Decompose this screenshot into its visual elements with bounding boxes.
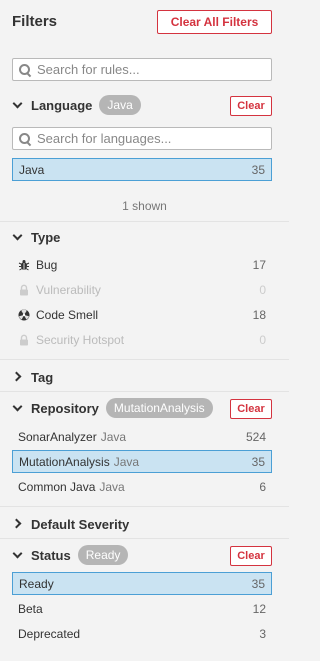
type-item-count: 0 bbox=[259, 332, 266, 347]
status-item-count: 3 bbox=[259, 626, 266, 641]
repository-item-sonaranalyzer[interactable]: SonarAnalyzer Java 524 bbox=[12, 425, 272, 448]
language-search-input[interactable]: Search for languages... bbox=[12, 127, 272, 150]
repository-item-count: 35 bbox=[251, 454, 265, 469]
rules-search-placeholder: Search for rules... bbox=[37, 62, 140, 77]
type-item-count: 18 bbox=[252, 307, 266, 322]
filters-title: Filters bbox=[12, 13, 58, 30]
status-item-count: 35 bbox=[251, 576, 265, 591]
status-item-label: Deprecated bbox=[18, 626, 81, 641]
facet-type-title: Type bbox=[31, 229, 61, 245]
type-item-label: Code Smell bbox=[36, 307, 99, 322]
language-search-placeholder: Search for languages... bbox=[37, 131, 172, 146]
type-item-label: Vulnerability bbox=[36, 282, 101, 297]
repository-item-label: MutationAnalysis bbox=[19, 454, 110, 469]
divider bbox=[0, 359, 289, 360]
code-smell-icon bbox=[18, 309, 30, 321]
facet-severity-title: Default Severity bbox=[31, 516, 130, 532]
status-item-label: Beta bbox=[18, 601, 43, 616]
status-item-deprecated[interactable]: Deprecated 3 bbox=[12, 622, 272, 645]
type-item-security-hotspot: Security Hotspot 0 bbox=[12, 328, 272, 351]
type-item-code-smell[interactable]: Code Smell 18 bbox=[12, 303, 272, 326]
languages-shown-count: 1 shown bbox=[122, 199, 167, 213]
repository-item-label: Common Java bbox=[18, 479, 96, 494]
clear-all-filters-button[interactable]: Clear All Filters bbox=[157, 10, 272, 34]
chevron-right-icon bbox=[12, 514, 25, 534]
chevron-down-icon bbox=[12, 95, 25, 115]
lock-icon bbox=[18, 334, 30, 346]
status-item-count: 12 bbox=[252, 601, 266, 616]
chevron-down-icon bbox=[12, 227, 25, 247]
facet-type-header[interactable]: Type bbox=[12, 227, 60, 247]
repository-value-badge: MutationAnalysis bbox=[105, 398, 213, 418]
repository-item-count: 6 bbox=[259, 479, 266, 494]
chevron-down-icon bbox=[12, 398, 25, 418]
search-icon bbox=[19, 132, 31, 145]
repository-clear-button[interactable]: Clear bbox=[230, 399, 272, 419]
language-clear-button[interactable]: Clear bbox=[230, 96, 272, 116]
repository-item-language: Java bbox=[113, 454, 140, 469]
type-item-label: Bug bbox=[36, 257, 58, 272]
facet-status-title: Status bbox=[31, 547, 71, 563]
type-item-bug[interactable]: Bug 17 bbox=[12, 253, 272, 276]
lock-icon bbox=[18, 284, 30, 296]
repository-item-language: Java bbox=[100, 429, 127, 444]
repository-item-language: Java bbox=[99, 479, 125, 494]
type-item-count: 0 bbox=[259, 282, 266, 297]
status-value-badge: Ready bbox=[77, 545, 129, 565]
facet-tag-header[interactable]: Tag bbox=[12, 367, 53, 387]
chevron-down-icon bbox=[12, 545, 25, 565]
rules-search-input[interactable]: Search for rules... bbox=[12, 58, 272, 81]
repository-item-mutationanalysis[interactable]: MutationAnalysis Java 35 bbox=[12, 450, 272, 473]
facet-severity-header[interactable]: Default Severity bbox=[12, 514, 129, 534]
divider bbox=[0, 221, 289, 222]
status-clear-button[interactable]: Clear bbox=[230, 546, 272, 566]
repository-item-label: SonarAnalyzer bbox=[18, 429, 97, 444]
facet-repository-header[interactable]: Repository MutationAnalysis bbox=[12, 398, 213, 418]
language-item-count: 35 bbox=[251, 162, 265, 177]
repository-item-count: 524 bbox=[245, 429, 266, 444]
language-item-label: Java bbox=[19, 162, 45, 177]
type-item-count: 17 bbox=[252, 257, 266, 272]
type-item-vulnerability: Vulnerability 0 bbox=[12, 278, 272, 301]
facet-language-header[interactable]: Language Java bbox=[12, 95, 141, 115]
facet-tag-title: Tag bbox=[31, 369, 54, 385]
bug-icon bbox=[18, 259, 30, 271]
search-icon bbox=[19, 63, 31, 76]
divider bbox=[0, 506, 289, 507]
status-item-beta[interactable]: Beta 12 bbox=[12, 597, 272, 620]
facet-language-title: Language bbox=[31, 97, 93, 113]
facet-status-header[interactable]: Status Ready bbox=[12, 545, 129, 565]
facet-repository-title: Repository bbox=[31, 400, 99, 416]
divider bbox=[0, 391, 289, 392]
type-item-label: Security Hotspot bbox=[36, 332, 125, 347]
status-item-label: Ready bbox=[19, 576, 54, 591]
divider bbox=[0, 538, 289, 539]
chevron-right-icon bbox=[12, 367, 25, 387]
language-value-badge: Java bbox=[99, 95, 141, 115]
repository-item-common-java[interactable]: Common Java Java 6 bbox=[12, 475, 272, 498]
language-item-java[interactable]: Java 35 bbox=[12, 158, 272, 181]
status-item-ready[interactable]: Ready 35 bbox=[12, 572, 272, 595]
